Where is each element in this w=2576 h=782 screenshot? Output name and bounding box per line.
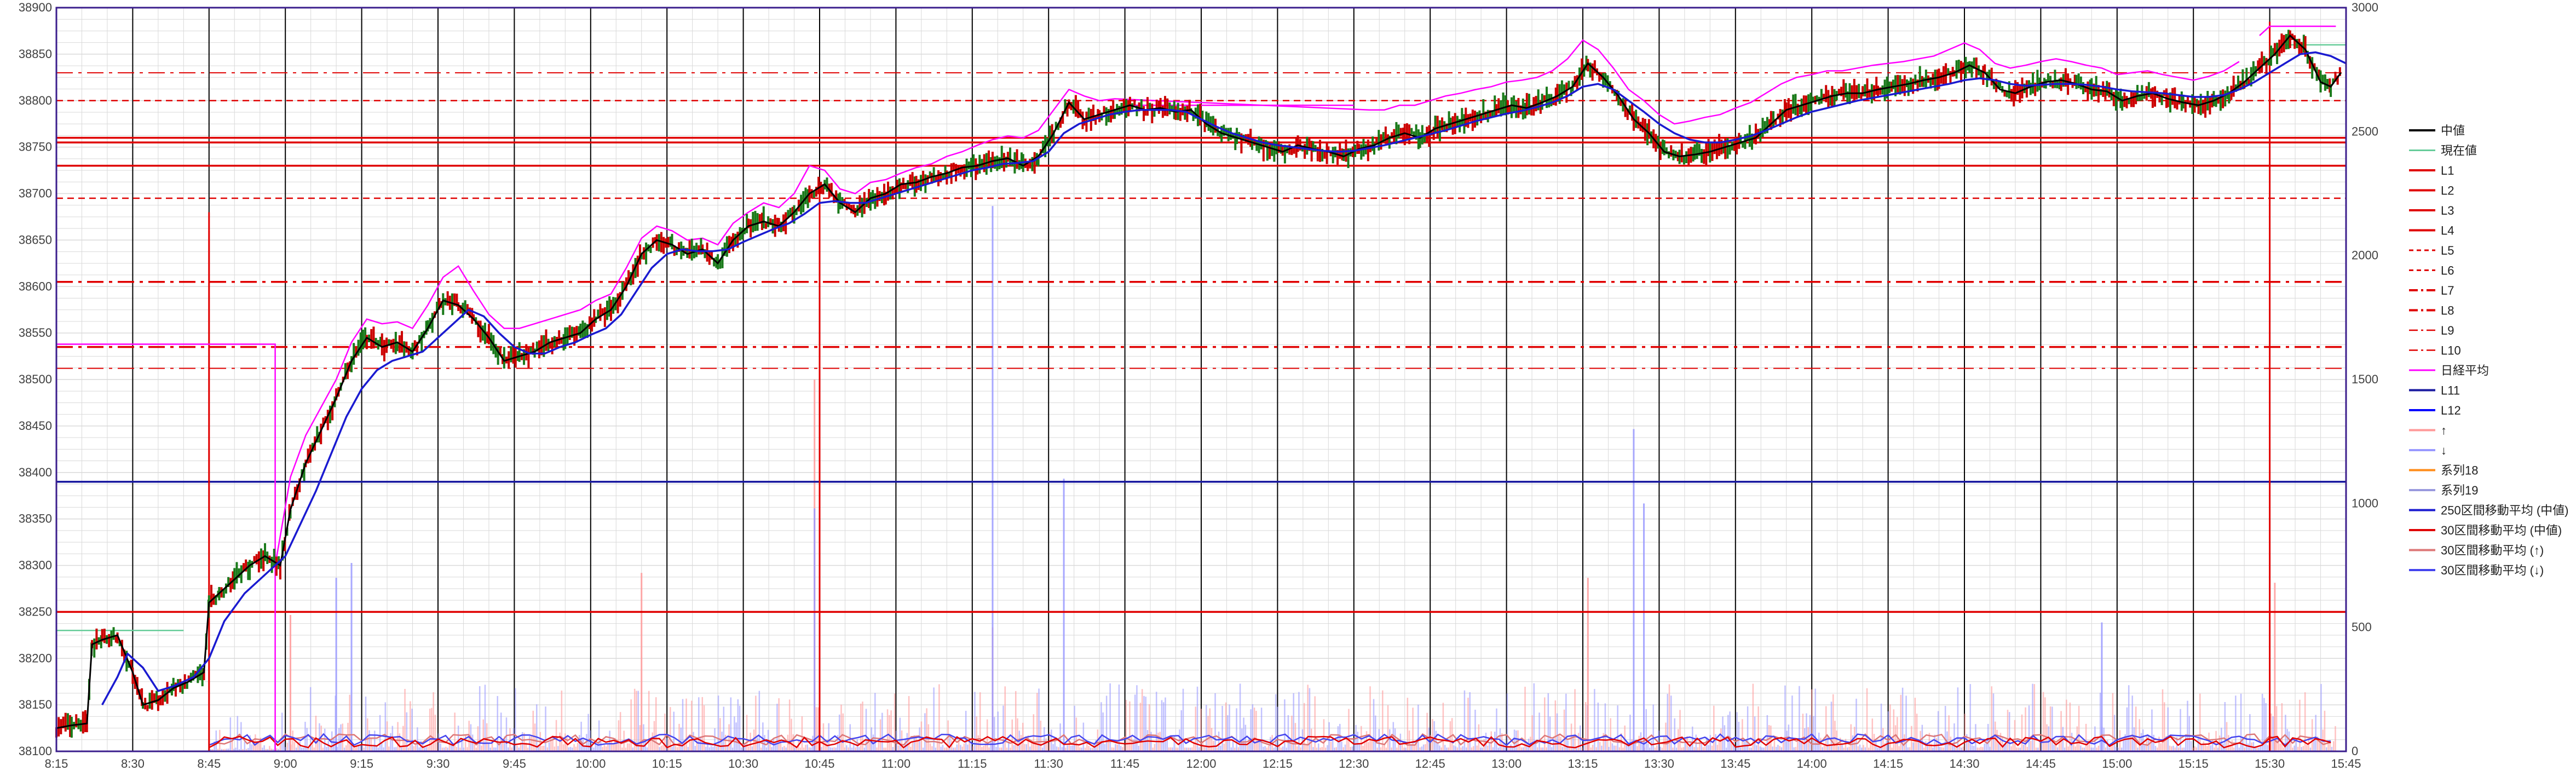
x-tick-label: 9:45 bbox=[503, 757, 526, 771]
x-tick-label: 8:30 bbox=[121, 757, 145, 771]
legend-label: 中値 bbox=[2441, 124, 2465, 137]
legend-label: L9 bbox=[2441, 324, 2454, 337]
legend-label: L2 bbox=[2441, 184, 2454, 198]
legend-label: 系列19 bbox=[2441, 484, 2478, 497]
y-right-tick-label: 2000 bbox=[2352, 249, 2378, 262]
x-tick-label: 12:30 bbox=[1339, 757, 1369, 771]
x-tick-label: 10:45 bbox=[804, 757, 834, 771]
legend-label: L11 bbox=[2441, 384, 2460, 398]
x-tick-label: 11:00 bbox=[881, 757, 910, 771]
x-tick-label: 9:30 bbox=[427, 757, 450, 771]
legend-label: 30区間移動平均 (中値) bbox=[2441, 524, 2562, 537]
y-left-tick-label: 38650 bbox=[19, 233, 52, 246]
legend-label: L12 bbox=[2441, 404, 2461, 417]
x-tick-label: 13:00 bbox=[1491, 757, 1522, 771]
y-left-tick-label: 38800 bbox=[19, 94, 52, 107]
legend-label: 250区間移動平均 (中値) bbox=[2441, 504, 2568, 518]
x-tick-label: 13:45 bbox=[1720, 757, 1750, 771]
x-tick-label: 15:45 bbox=[2331, 757, 2361, 771]
y-left-tick-label: 38250 bbox=[19, 605, 52, 618]
y-left-tick-label: 38600 bbox=[19, 279, 52, 293]
y-right-tick-label: 3000 bbox=[2352, 1, 2378, 14]
y-right-tick-label: 0 bbox=[2352, 744, 2358, 758]
x-tick-label: 9:15 bbox=[350, 757, 373, 771]
legend-label: 30区間移動平均 (↓) bbox=[2441, 564, 2544, 577]
y-left-tick-label: 38900 bbox=[19, 1, 52, 14]
chart-root: 38100 38150 38200 38250 38300 38350 38400 38450… bbox=[0, 0, 2576, 782]
x-tick-label: 9:00 bbox=[274, 757, 297, 771]
x-tick-label: 12:45 bbox=[1415, 757, 1445, 771]
y-left-tick-label: 38550 bbox=[19, 326, 52, 340]
y-left-tick-label: 38850 bbox=[19, 47, 52, 61]
x-tick-label: 11:15 bbox=[958, 757, 987, 771]
x-tick-label: 14:15 bbox=[1873, 757, 1903, 771]
legend-label: L7 bbox=[2441, 284, 2454, 297]
x-tick-label: 14:00 bbox=[1797, 757, 1827, 771]
x-tick-label: 12:15 bbox=[1263, 757, 1293, 771]
y-left-tick-label: 38100 bbox=[19, 744, 52, 758]
legend-label: ↑ bbox=[2441, 424, 2447, 438]
legend-label: 現在値 bbox=[2441, 144, 2477, 158]
y-right-tick-label: 500 bbox=[2352, 620, 2372, 634]
x-tick-label: 15:00 bbox=[2102, 757, 2132, 771]
x-tick-label: 10:00 bbox=[575, 757, 606, 771]
x-tick-label: 14:30 bbox=[1949, 757, 1979, 771]
x-tick-label: 8:45 bbox=[197, 757, 221, 771]
legend-label: L4 bbox=[2441, 224, 2454, 238]
y-right-tick-label: 1000 bbox=[2352, 496, 2378, 510]
y-left-tick-label: 38400 bbox=[19, 465, 52, 479]
y-left-tick-label: 38500 bbox=[19, 372, 52, 386]
y-left-tick-label: 38200 bbox=[19, 651, 52, 665]
y-left-tick-label: 38700 bbox=[19, 187, 52, 200]
legend-label: L8 bbox=[2441, 304, 2454, 318]
y-right-tick-label: 1500 bbox=[2352, 372, 2378, 386]
legend-label: L10 bbox=[2441, 344, 2461, 358]
y-left-tick-label: 38150 bbox=[19, 698, 52, 711]
legend-label: L1 bbox=[2441, 164, 2454, 177]
x-tick-label: 13:30 bbox=[1644, 757, 1674, 771]
legend-label: L5 bbox=[2441, 244, 2454, 257]
x-tick-label: 15:30 bbox=[2255, 757, 2285, 771]
x-tick-label: 11:45 bbox=[1110, 757, 1139, 771]
x-tick-label: 14:45 bbox=[2026, 757, 2056, 771]
legend-label: 30区間移動平均 (↑) bbox=[2441, 544, 2544, 557]
y-right-tick-label: 2500 bbox=[2352, 124, 2378, 138]
y-left-tick-label: 38450 bbox=[19, 419, 52, 433]
legend-label: 系列18 bbox=[2441, 464, 2478, 478]
legend-label: L6 bbox=[2441, 264, 2454, 278]
x-tick-label: 11:30 bbox=[1034, 757, 1063, 771]
y-left-tick-label: 38750 bbox=[19, 140, 52, 154]
x-tick-label: 12:00 bbox=[1186, 757, 1216, 771]
legend-label: ↓ bbox=[2441, 444, 2447, 457]
x-tick-label: 10:15 bbox=[652, 757, 682, 771]
x-tick-label: 10:30 bbox=[728, 757, 758, 771]
y-left-tick-label: 38350 bbox=[19, 512, 52, 526]
legend-label: L3 bbox=[2441, 204, 2454, 217]
x-tick-label: 8:15 bbox=[45, 757, 68, 771]
x-tick-label: 15:15 bbox=[2179, 757, 2209, 771]
x-tick-label: 13:15 bbox=[1568, 757, 1598, 771]
legend-label: 日経平均 bbox=[2441, 364, 2489, 377]
y-left-tick-label: 38300 bbox=[19, 559, 52, 572]
